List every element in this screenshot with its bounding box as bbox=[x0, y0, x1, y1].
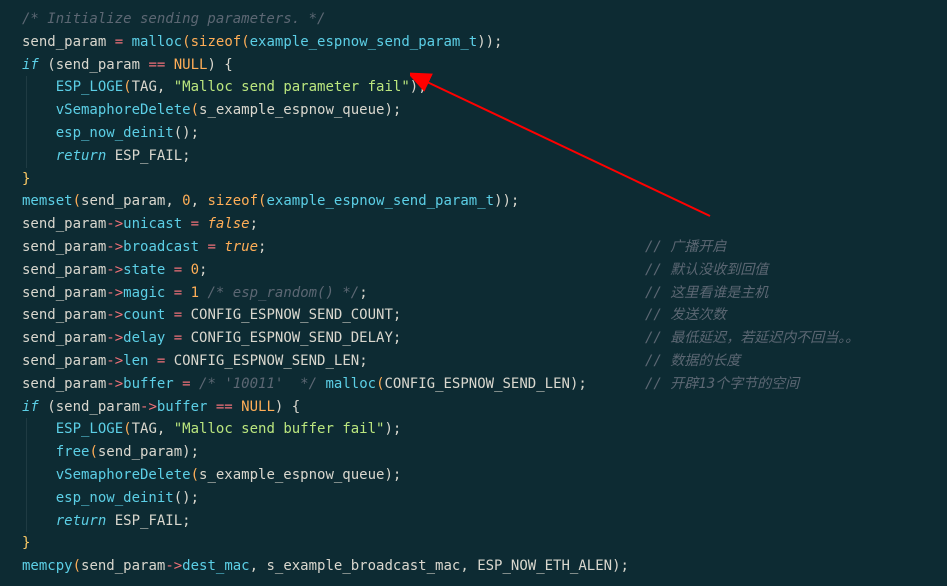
side-comment: // 这里看谁是主机 bbox=[645, 282, 768, 305]
code-line: send_param->state = 0;// 默认没收到回值 bbox=[0, 259, 947, 282]
side-comment: // 广播开启 bbox=[645, 236, 726, 259]
side-comment: // 默认没收到回值 bbox=[645, 259, 768, 282]
code-line: send_param->unicast = false; bbox=[0, 213, 947, 236]
code-line: if (send_param == NULL) { bbox=[0, 54, 947, 77]
code-line: return ESP_FAIL; bbox=[0, 145, 947, 168]
code-line: esp_now_deinit(); bbox=[0, 487, 947, 510]
code-line: send_param->delay = CONFIG_ESPNOW_SEND_D… bbox=[0, 327, 947, 350]
side-comment: // 最低延迟，若延迟内不回当。。 bbox=[645, 327, 859, 350]
code-block: /* Initialize sending parameters. */ sen… bbox=[0, 8, 947, 578]
code-line: return ESP_FAIL; bbox=[0, 510, 947, 533]
code-line: send_param->buffer = /* '10011' */ mallo… bbox=[0, 373, 947, 396]
comment: /* Initialize sending parameters. */ bbox=[22, 11, 325, 27]
code-line: send_param->len = CONFIG_ESPNOW_SEND_LEN… bbox=[0, 350, 947, 373]
code-line: send_param = malloc(sizeof(example_espno… bbox=[0, 31, 947, 54]
code-line: send_param->count = CONFIG_ESPNOW_SEND_C… bbox=[0, 304, 947, 327]
code-line: send_param->broadcast = true;// 广播开启 bbox=[0, 236, 947, 259]
code-line: if (send_param->buffer == NULL) { bbox=[0, 396, 947, 419]
code-line: vSemaphoreDelete(s_example_espnow_queue)… bbox=[0, 464, 947, 487]
side-comment: // 发送次数 bbox=[645, 304, 726, 327]
code-line: vSemaphoreDelete(s_example_espnow_queue)… bbox=[0, 99, 947, 122]
code-line: ESP_LOGE(TAG, "Malloc send parameter fai… bbox=[0, 76, 947, 99]
side-comment: // 开辟13个字节的空间 bbox=[645, 373, 799, 396]
code-line: } bbox=[0, 532, 947, 555]
code-line: send_param->magic = 1 /* esp_random() */… bbox=[0, 282, 947, 305]
code-line: memset(send_param, 0, sizeof(example_esp… bbox=[0, 190, 947, 213]
side-comment: // 数据的长度 bbox=[645, 350, 740, 373]
code-line: memcpy(send_param->dest_mac, s_example_b… bbox=[0, 555, 947, 578]
code-line: /* Initialize sending parameters. */ bbox=[0, 8, 947, 31]
code-line: ESP_LOGE(TAG, "Malloc send buffer fail")… bbox=[0, 418, 947, 441]
code-line: esp_now_deinit(); bbox=[0, 122, 947, 145]
code-line: } bbox=[0, 168, 947, 191]
code-line: free(send_param); bbox=[0, 441, 947, 464]
